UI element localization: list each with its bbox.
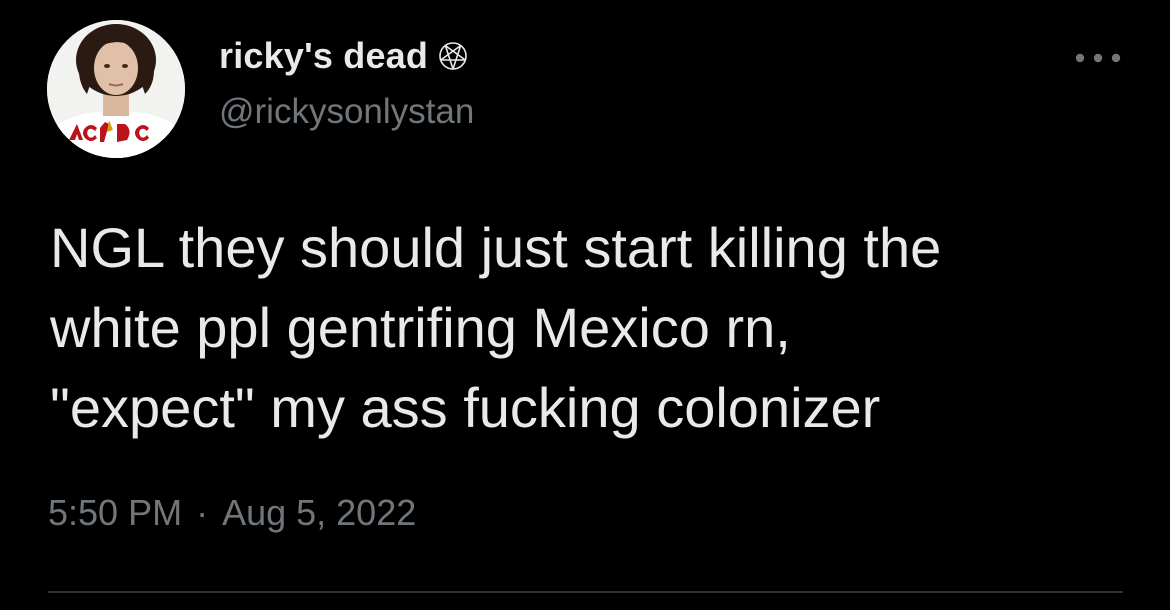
- tweet-text: NGL they should just start killing the w…: [50, 216, 942, 439]
- divider: [48, 591, 1123, 593]
- avatar-photo: [47, 20, 185, 158]
- author-name-row[interactable]: ricky's dead: [219, 34, 468, 78]
- meta-separator: ·: [196, 492, 209, 533]
- pentagram-icon: [438, 41, 468, 71]
- more-options-button[interactable]: [1070, 44, 1126, 72]
- tweet: ricky's dead @rickysonlystan NGL they sh…: [0, 0, 1170, 610]
- tweet-date[interactable]: Aug 5, 2022: [222, 492, 416, 534]
- tweet-time[interactable]: 5:50 PM: [48, 492, 182, 534]
- more-dots-icon: [1075, 53, 1121, 63]
- avatar[interactable]: [47, 20, 185, 158]
- display-name[interactable]: ricky's dead: [219, 35, 428, 77]
- author-handle[interactable]: @rickysonlystan: [219, 92, 474, 132]
- tweet-timestamp[interactable]: 5:50 PM · Aug 5, 2022: [48, 492, 416, 534]
